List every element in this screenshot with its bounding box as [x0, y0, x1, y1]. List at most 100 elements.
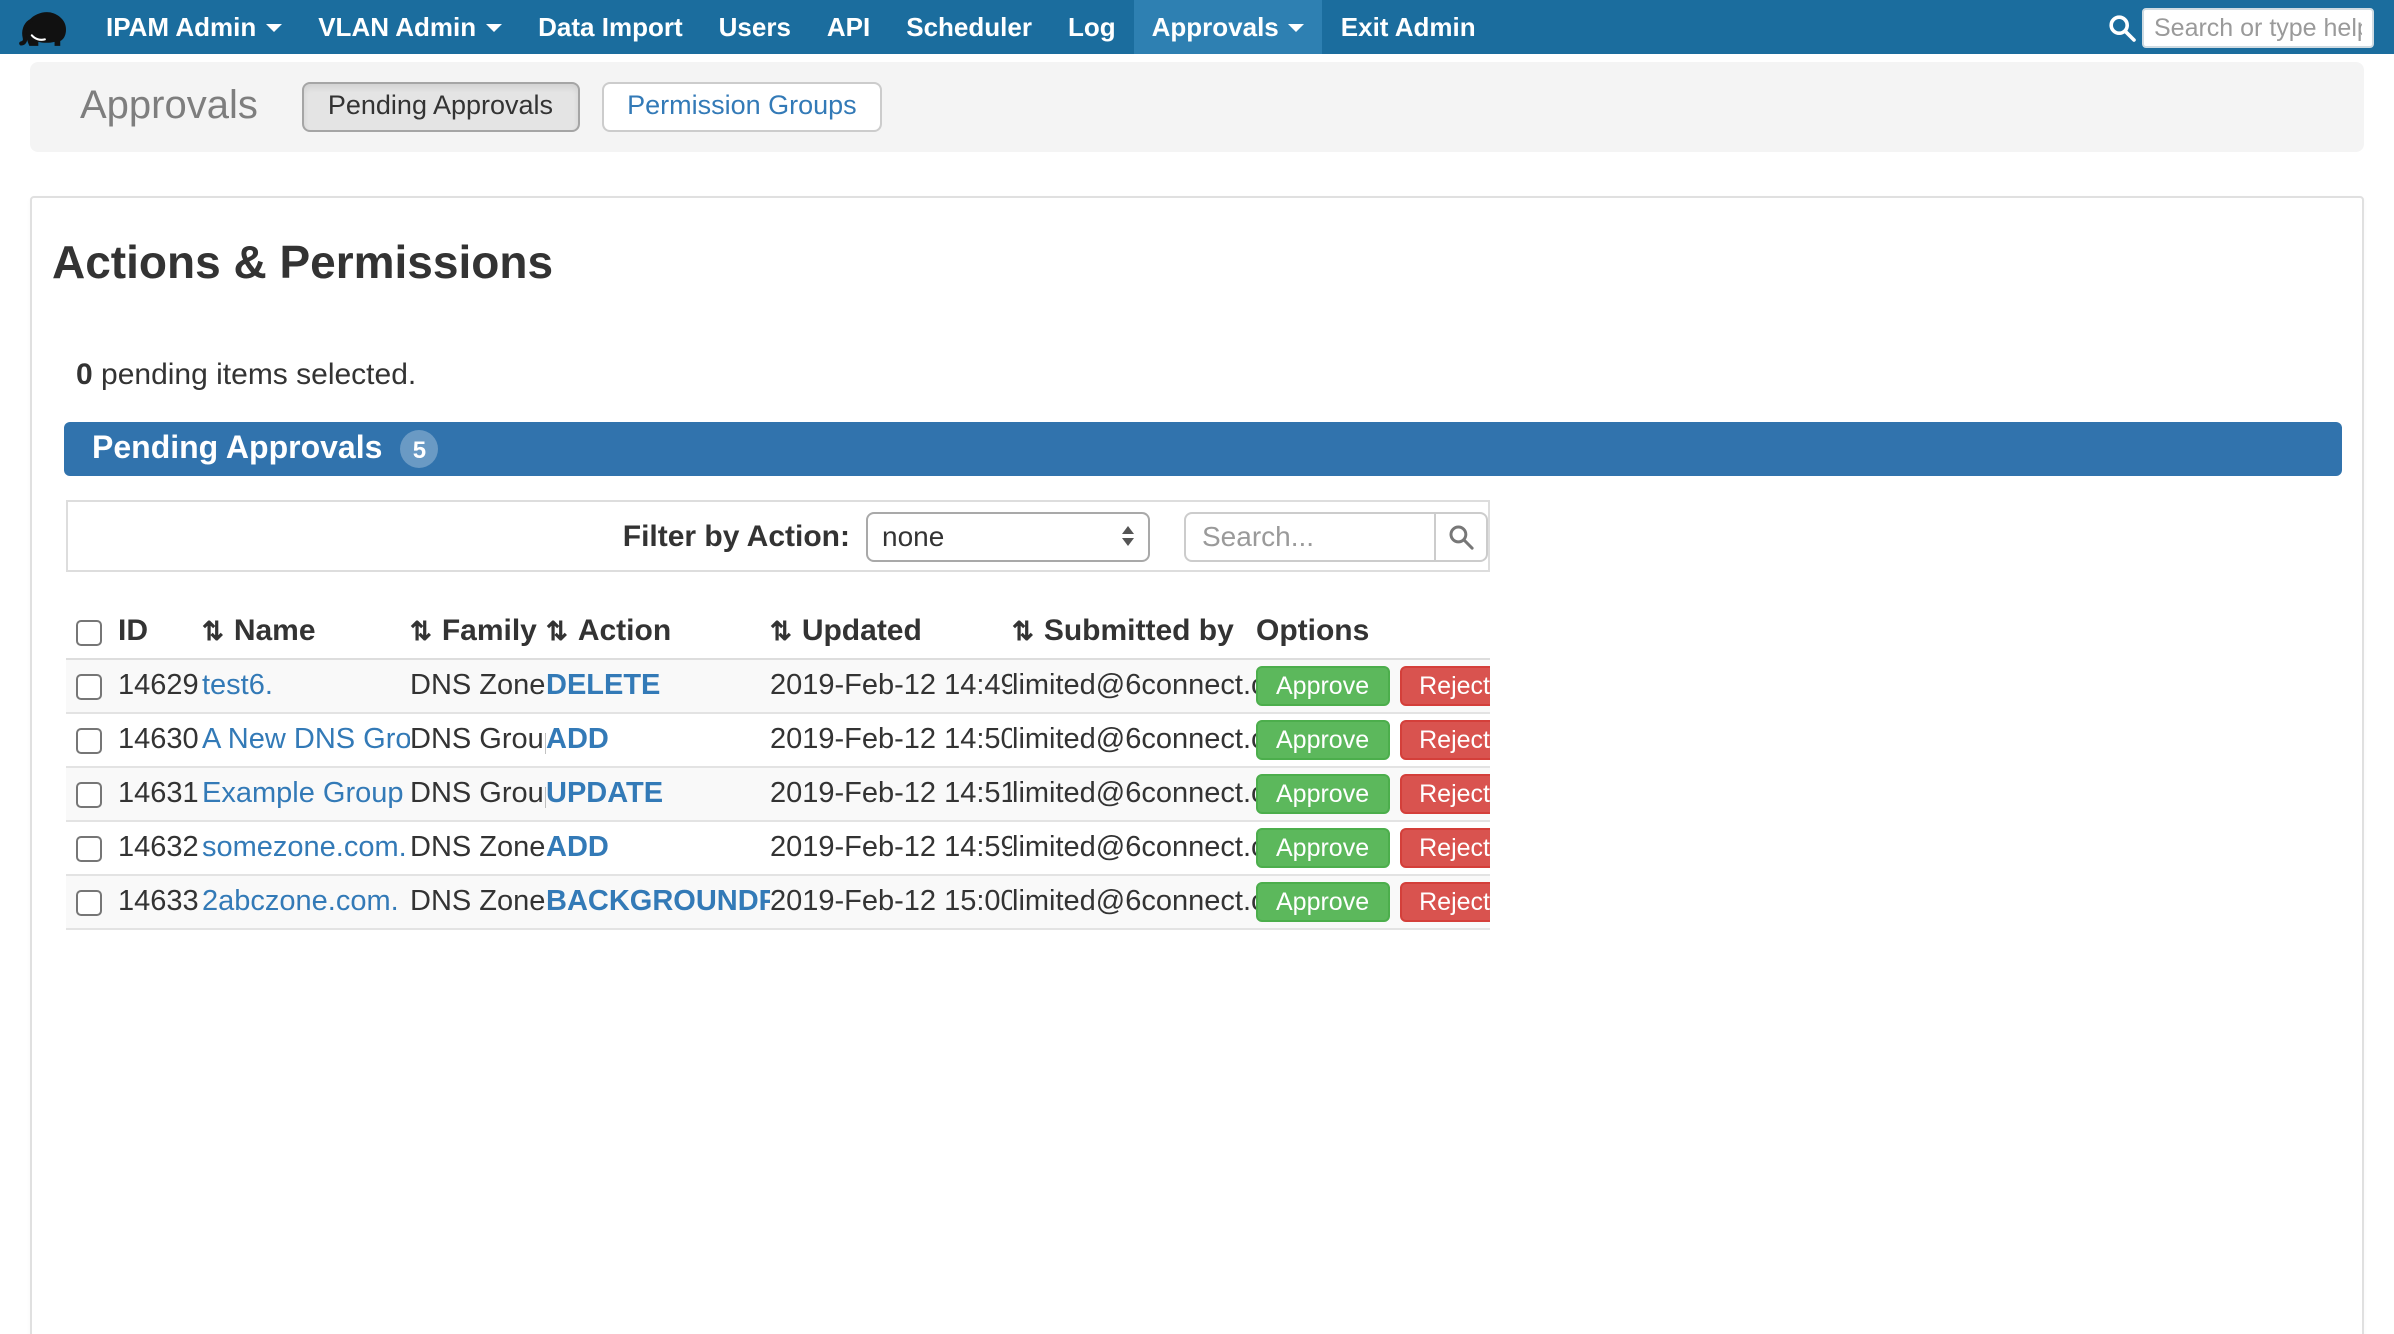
cell-name: somezone.com.: [202, 821, 410, 875]
caret-down-icon: [1289, 23, 1305, 31]
cell-name: Example Group: [202, 767, 410, 821]
nav-item-scheduler[interactable]: Scheduler: [888, 0, 1050, 54]
pending-approvals-header: Pending Approvals 5: [64, 422, 2342, 476]
approval-row: 146332abczone.com.DNS ZonesBACKGROUNDPUS…: [66, 875, 1490, 929]
nav-item-vlan-admin[interactable]: VLAN Admin: [300, 0, 520, 54]
row-select-checkbox[interactable]: [76, 781, 102, 807]
row-select-checkbox[interactable]: [76, 673, 102, 699]
cell-family: DNS Groups: [410, 713, 546, 767]
selected-items-status: 0 pending items selected.: [76, 358, 2342, 392]
sort-icon: ⇅: [770, 616, 792, 646]
cell-action: ADD: [546, 713, 770, 767]
action-link[interactable]: ADD: [546, 724, 609, 756]
sort-icon: ⇅: [202, 616, 224, 646]
sort-icon: ⇅: [1012, 616, 1034, 646]
cell-name: 2abczone.com.: [202, 875, 410, 929]
cell-name: A New DNS Group: [202, 713, 410, 767]
select-all-checkbox[interactable]: [76, 619, 102, 645]
column-header-family[interactable]: ⇅Family: [410, 606, 546, 659]
action-filter-value: none: [882, 520, 944, 552]
name-link[interactable]: somezone.com.: [202, 832, 407, 864]
cell-family: DNS Zones: [410, 659, 546, 713]
cell-submitted-by: limited@6connect.com: [1012, 767, 1256, 821]
column-header-submitted-by[interactable]: ⇅ Submitted by: [1012, 606, 1256, 659]
column-label: Options: [1256, 614, 1369, 648]
cell-updated: 2019-Feb-12 14:49:47: [770, 659, 1012, 713]
nav-item-approvals[interactable]: Approvals: [1134, 0, 1323, 54]
cell-options: ApproveReject: [1256, 659, 1490, 713]
navbar-search-icon[interactable]: [2108, 13, 2136, 41]
column-header-name[interactable]: ⇅ Name: [202, 606, 410, 659]
column-label: Submitted by: [1044, 614, 1234, 648]
action-filter-select[interactable]: none: [866, 511, 1150, 561]
cell-action: BACKGROUNDPUSH: [546, 875, 770, 929]
column-header-action[interactable]: ⇅Action: [546, 606, 770, 659]
action-link[interactable]: UPDATE: [546, 778, 663, 810]
nav-item-exit-admin[interactable]: Exit Admin: [1323, 0, 1494, 54]
page: IPAM AdminVLAN AdminData ImportUsersAPIS…: [0, 0, 2394, 1334]
selected-text: pending items selected.: [93, 358, 417, 392]
cell-submitted-by: limited@6connect.com: [1012, 821, 1256, 875]
column-header-select: [66, 606, 118, 659]
nav-item-data-import[interactable]: Data Import: [520, 0, 700, 54]
cell-id: 14633: [118, 875, 202, 929]
pending-count-badge: 5: [400, 430, 438, 468]
table-search-input[interactable]: [1184, 511, 1436, 561]
name-link[interactable]: test6.: [202, 670, 273, 702]
column-label: Name: [234, 614, 316, 648]
provision-logo[interactable]: [0, 0, 88, 54]
tab-permission-groups[interactable]: Permission Groups: [601, 82, 883, 132]
nav-item-label: Log: [1068, 12, 1116, 42]
reject-button[interactable]: Reject: [1399, 720, 1490, 760]
approve-button[interactable]: Approve: [1256, 774, 1389, 814]
cell-select: [66, 713, 118, 767]
approve-button[interactable]: Approve: [1256, 882, 1389, 922]
table-search-button[interactable]: [1436, 511, 1488, 561]
action-link[interactable]: BACKGROUNDPUSH: [546, 886, 770, 918]
reject-button[interactable]: Reject: [1399, 666, 1490, 706]
tab-pending-approvals[interactable]: Pending Approvals: [302, 82, 579, 132]
nav-item-log[interactable]: Log: [1050, 0, 1134, 54]
page-title: Approvals: [80, 84, 258, 130]
reject-button[interactable]: Reject: [1399, 882, 1490, 922]
approve-button[interactable]: Approve: [1256, 828, 1389, 868]
actions-permissions-panel: Actions & Permissions 0 pending items se…: [30, 196, 2364, 1334]
page-header-bar: Approvals Pending Approvals Permission Gr…: [30, 62, 2364, 152]
column-label: Family: [442, 614, 537, 648]
cell-id: 14630: [118, 713, 202, 767]
cell-select: [66, 767, 118, 821]
row-select-checkbox[interactable]: [76, 835, 102, 861]
cell-id: 14632: [118, 821, 202, 875]
column-header-id: ID: [118, 606, 202, 659]
pending-approvals-table: ID⇅Name⇅Family⇅Action⇅Updated⇅Submitted …: [66, 606, 1490, 930]
column-header-updated[interactable]: ⇅Updated: [770, 606, 1012, 659]
reject-button[interactable]: Reject: [1399, 774, 1490, 814]
nav-item-users[interactable]: Users: [701, 0, 809, 54]
nav-item-ipam-admin[interactable]: IPAM Admin: [88, 0, 300, 54]
selected-count: 0: [76, 358, 93, 392]
caret-down-icon: [266, 23, 282, 31]
name-link[interactable]: 2abczone.com.: [202, 886, 399, 918]
cell-updated: 2019-Feb-12 14:50:27: [770, 713, 1012, 767]
top-navbar: IPAM AdminVLAN AdminData ImportUsersAPIS…: [0, 0, 2394, 54]
sort-icon: ⇅: [546, 616, 568, 646]
caret-down-icon: [486, 23, 502, 31]
action-link[interactable]: ADD: [546, 832, 609, 864]
approve-button[interactable]: Approve: [1256, 720, 1389, 760]
cell-action: DELETE: [546, 659, 770, 713]
navbar-search-input[interactable]: [2142, 7, 2374, 47]
reject-button[interactable]: Reject: [1399, 828, 1490, 868]
name-link[interactable]: A New DNS Group: [202, 724, 410, 756]
cell-name: test6.: [202, 659, 410, 713]
table-header-row: ID⇅Name⇅Family⇅Action⇅Updated⇅Submitted …: [66, 606, 1490, 659]
approve-button[interactable]: Approve: [1256, 666, 1389, 706]
row-select-checkbox[interactable]: [76, 727, 102, 753]
cell-submitted-by: limited@6connect.com: [1012, 659, 1256, 713]
cell-action: UPDATE: [546, 767, 770, 821]
nav-item-api[interactable]: API: [809, 0, 888, 54]
cell-action: ADD: [546, 821, 770, 875]
mammoth-logo-icon: [18, 5, 70, 49]
action-link[interactable]: DELETE: [546, 670, 660, 702]
row-select-checkbox[interactable]: [76, 889, 102, 915]
name-link[interactable]: Example Group: [202, 778, 404, 810]
